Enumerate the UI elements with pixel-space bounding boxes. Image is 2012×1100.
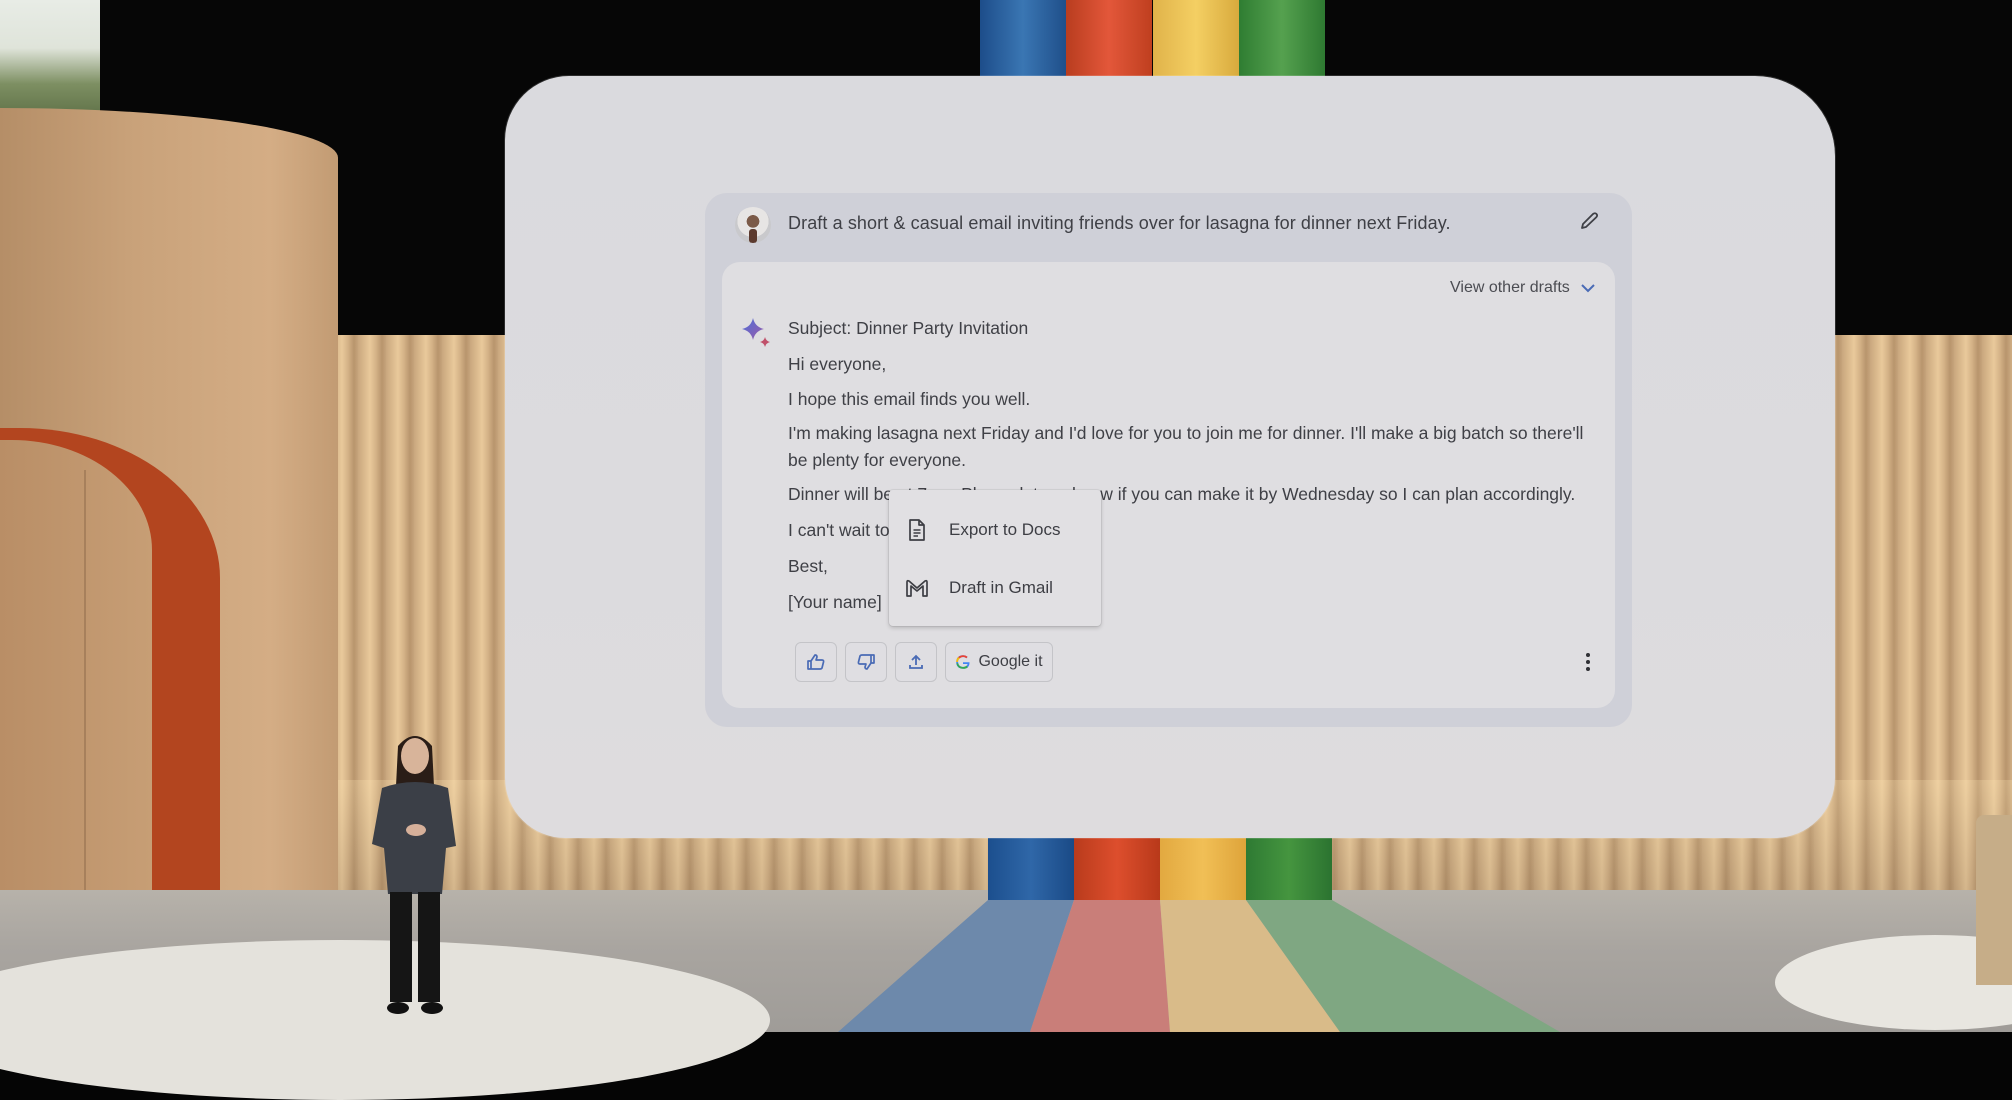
arch-panel-seam — [84, 470, 86, 916]
gmail-icon — [906, 579, 928, 597]
background-trees — [0, 0, 100, 120]
menu-item-label: Export to Docs — [949, 520, 1061, 539]
pillar-red-bottom — [1074, 838, 1160, 900]
arch-doorway — [0, 440, 152, 916]
thumbs-up-icon — [807, 654, 825, 670]
share-button[interactable] — [895, 642, 937, 682]
menu-item-export-to-docs[interactable]: Export to Docs — [889, 502, 1101, 558]
email-subject: Subject: Dinner Party Invitation — [788, 318, 1029, 338]
presenter — [372, 736, 456, 1014]
pillar-blue-top — [980, 0, 1066, 82]
share-icon — [909, 654, 923, 669]
thumbs-up-button[interactable] — [795, 642, 837, 682]
avatar-figure — [749, 229, 757, 243]
pillar-blue-bottom — [988, 838, 1074, 900]
pillar-green-bottom — [1246, 838, 1332, 900]
google-it-label: Google it — [978, 653, 1043, 670]
email-paragraph-cont: be plenty for everyone. — [788, 450, 967, 470]
prompt-row: Draft a short & casual email inviting fr… — [705, 193, 1632, 261]
google-it-button[interactable]: Google it — [945, 642, 1053, 682]
view-other-drafts-button[interactable]: View other drafts — [1450, 276, 1596, 300]
menu-item-draft-in-gmail[interactable]: Draft in Gmail — [889, 560, 1101, 616]
email-paragraph: I hope this email finds you well. — [788, 389, 1031, 409]
google-g-icon — [956, 655, 970, 669]
export-menu: Export to Docs Draft in Gmail — [889, 490, 1101, 626]
more-options-button[interactable] — [1576, 650, 1600, 674]
docs-icon — [909, 519, 925, 541]
email-paragraph: I'm making lasagna next Friday and I'd l… — [788, 423, 1584, 443]
pillar-green-top — [1239, 0, 1325, 82]
pillar-red-top — [1066, 0, 1152, 82]
pillar-yellow-top — [1153, 0, 1239, 82]
sparkle-icon — [742, 318, 770, 347]
chat-card: Draft a short & casual email inviting fr… — [705, 193, 1632, 727]
response-card: View other drafts Subject: Dinner Party … — [722, 262, 1615, 708]
pillar-yellow-bottom — [1160, 838, 1246, 900]
more-vert-icon — [1586, 653, 1590, 671]
view-drafts-label: View other drafts — [1450, 279, 1570, 296]
pencil-icon[interactable] — [1577, 209, 1601, 233]
email-signature: [Your name] — [788, 592, 882, 612]
user-avatar — [735, 207, 771, 243]
stage-pedestal — [1976, 815, 2012, 985]
menu-item-label: Draft in Gmail — [949, 578, 1053, 597]
chevron-down-icon — [1581, 284, 1595, 293]
prompt-text: Draft a short & casual email inviting fr… — [788, 213, 1451, 233]
thumbs-down-button[interactable] — [845, 642, 887, 682]
thumbs-down-icon — [857, 654, 875, 670]
email-greeting: Hi everyone, — [788, 354, 887, 374]
email-signoff: Best, — [788, 556, 828, 576]
